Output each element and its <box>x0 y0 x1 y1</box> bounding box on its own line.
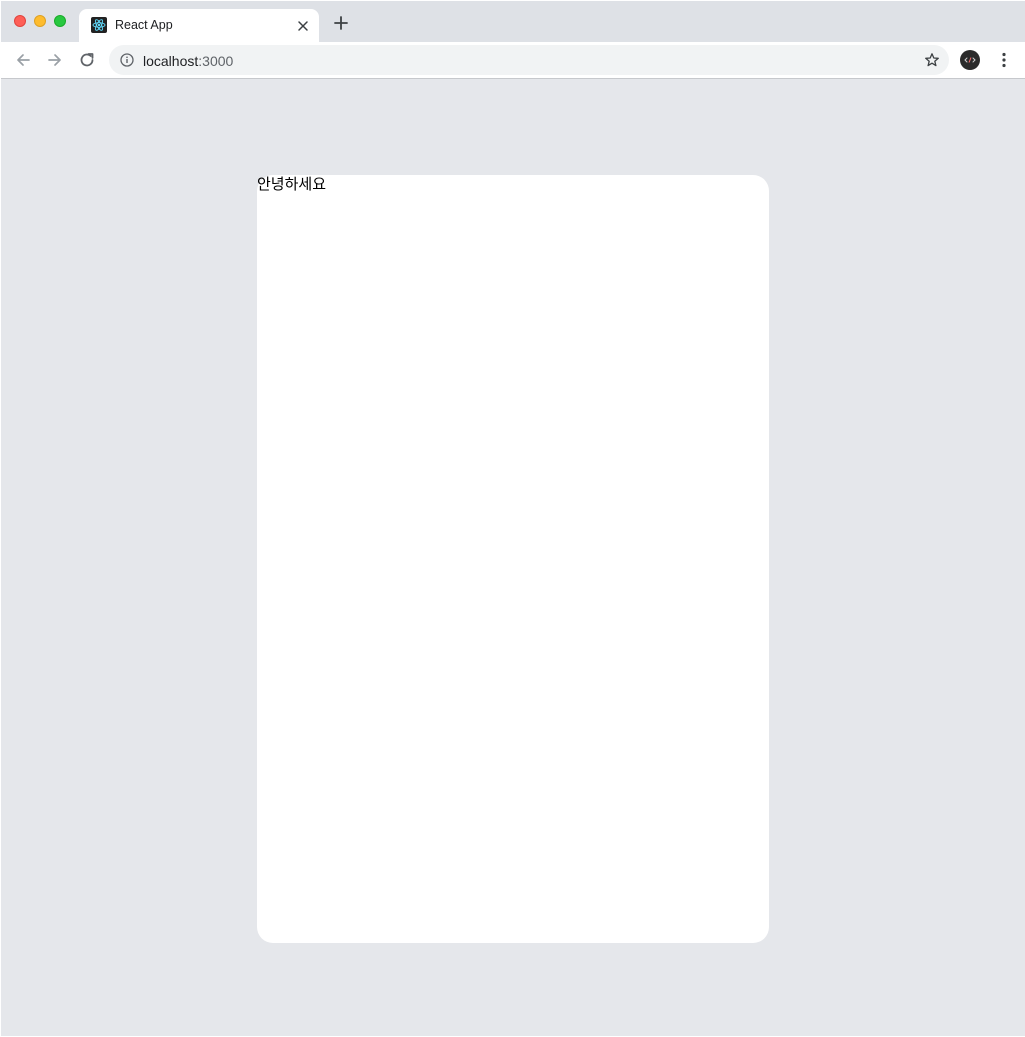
plus-icon[interactable] <box>331 13 351 33</box>
browser-window: React App localhost:3000 안녕하세요 <box>1 1 1025 1036</box>
star-icon[interactable] <box>924 52 940 68</box>
info-icon[interactable] <box>120 53 134 67</box>
tab-strip: React App <box>1 1 1025 42</box>
minimize-window-button[interactable] <box>34 15 46 27</box>
content-card: 안녕하세요 <box>257 175 769 943</box>
tab-title: React App <box>115 18 173 32</box>
close-icon[interactable] <box>295 18 311 34</box>
greeting-text: 안녕하세요 <box>257 175 327 193</box>
browser-toolbar: localhost:3000 <box>1 42 1025 79</box>
react-icon <box>91 17 107 33</box>
tab-react-app[interactable]: React App <box>79 9 319 42</box>
maximize-window-button[interactable] <box>54 15 66 27</box>
reload-icon[interactable] <box>77 50 97 70</box>
close-window-button[interactable] <box>14 15 26 27</box>
url-host: localhost <box>143 53 199 69</box>
page-viewport: 안녕하세요 <box>1 79 1025 1036</box>
kebab-menu-icon[interactable] <box>994 50 1014 70</box>
extension-avatar-icon[interactable] <box>960 50 980 70</box>
arrow-left-icon[interactable] <box>13 50 33 70</box>
url-text[interactable]: localhost:3000 <box>143 53 233 69</box>
url-port: :3000 <box>198 53 234 69</box>
arrow-right-icon[interactable] <box>45 50 65 70</box>
address-bar[interactable]: localhost:3000 <box>109 45 949 75</box>
